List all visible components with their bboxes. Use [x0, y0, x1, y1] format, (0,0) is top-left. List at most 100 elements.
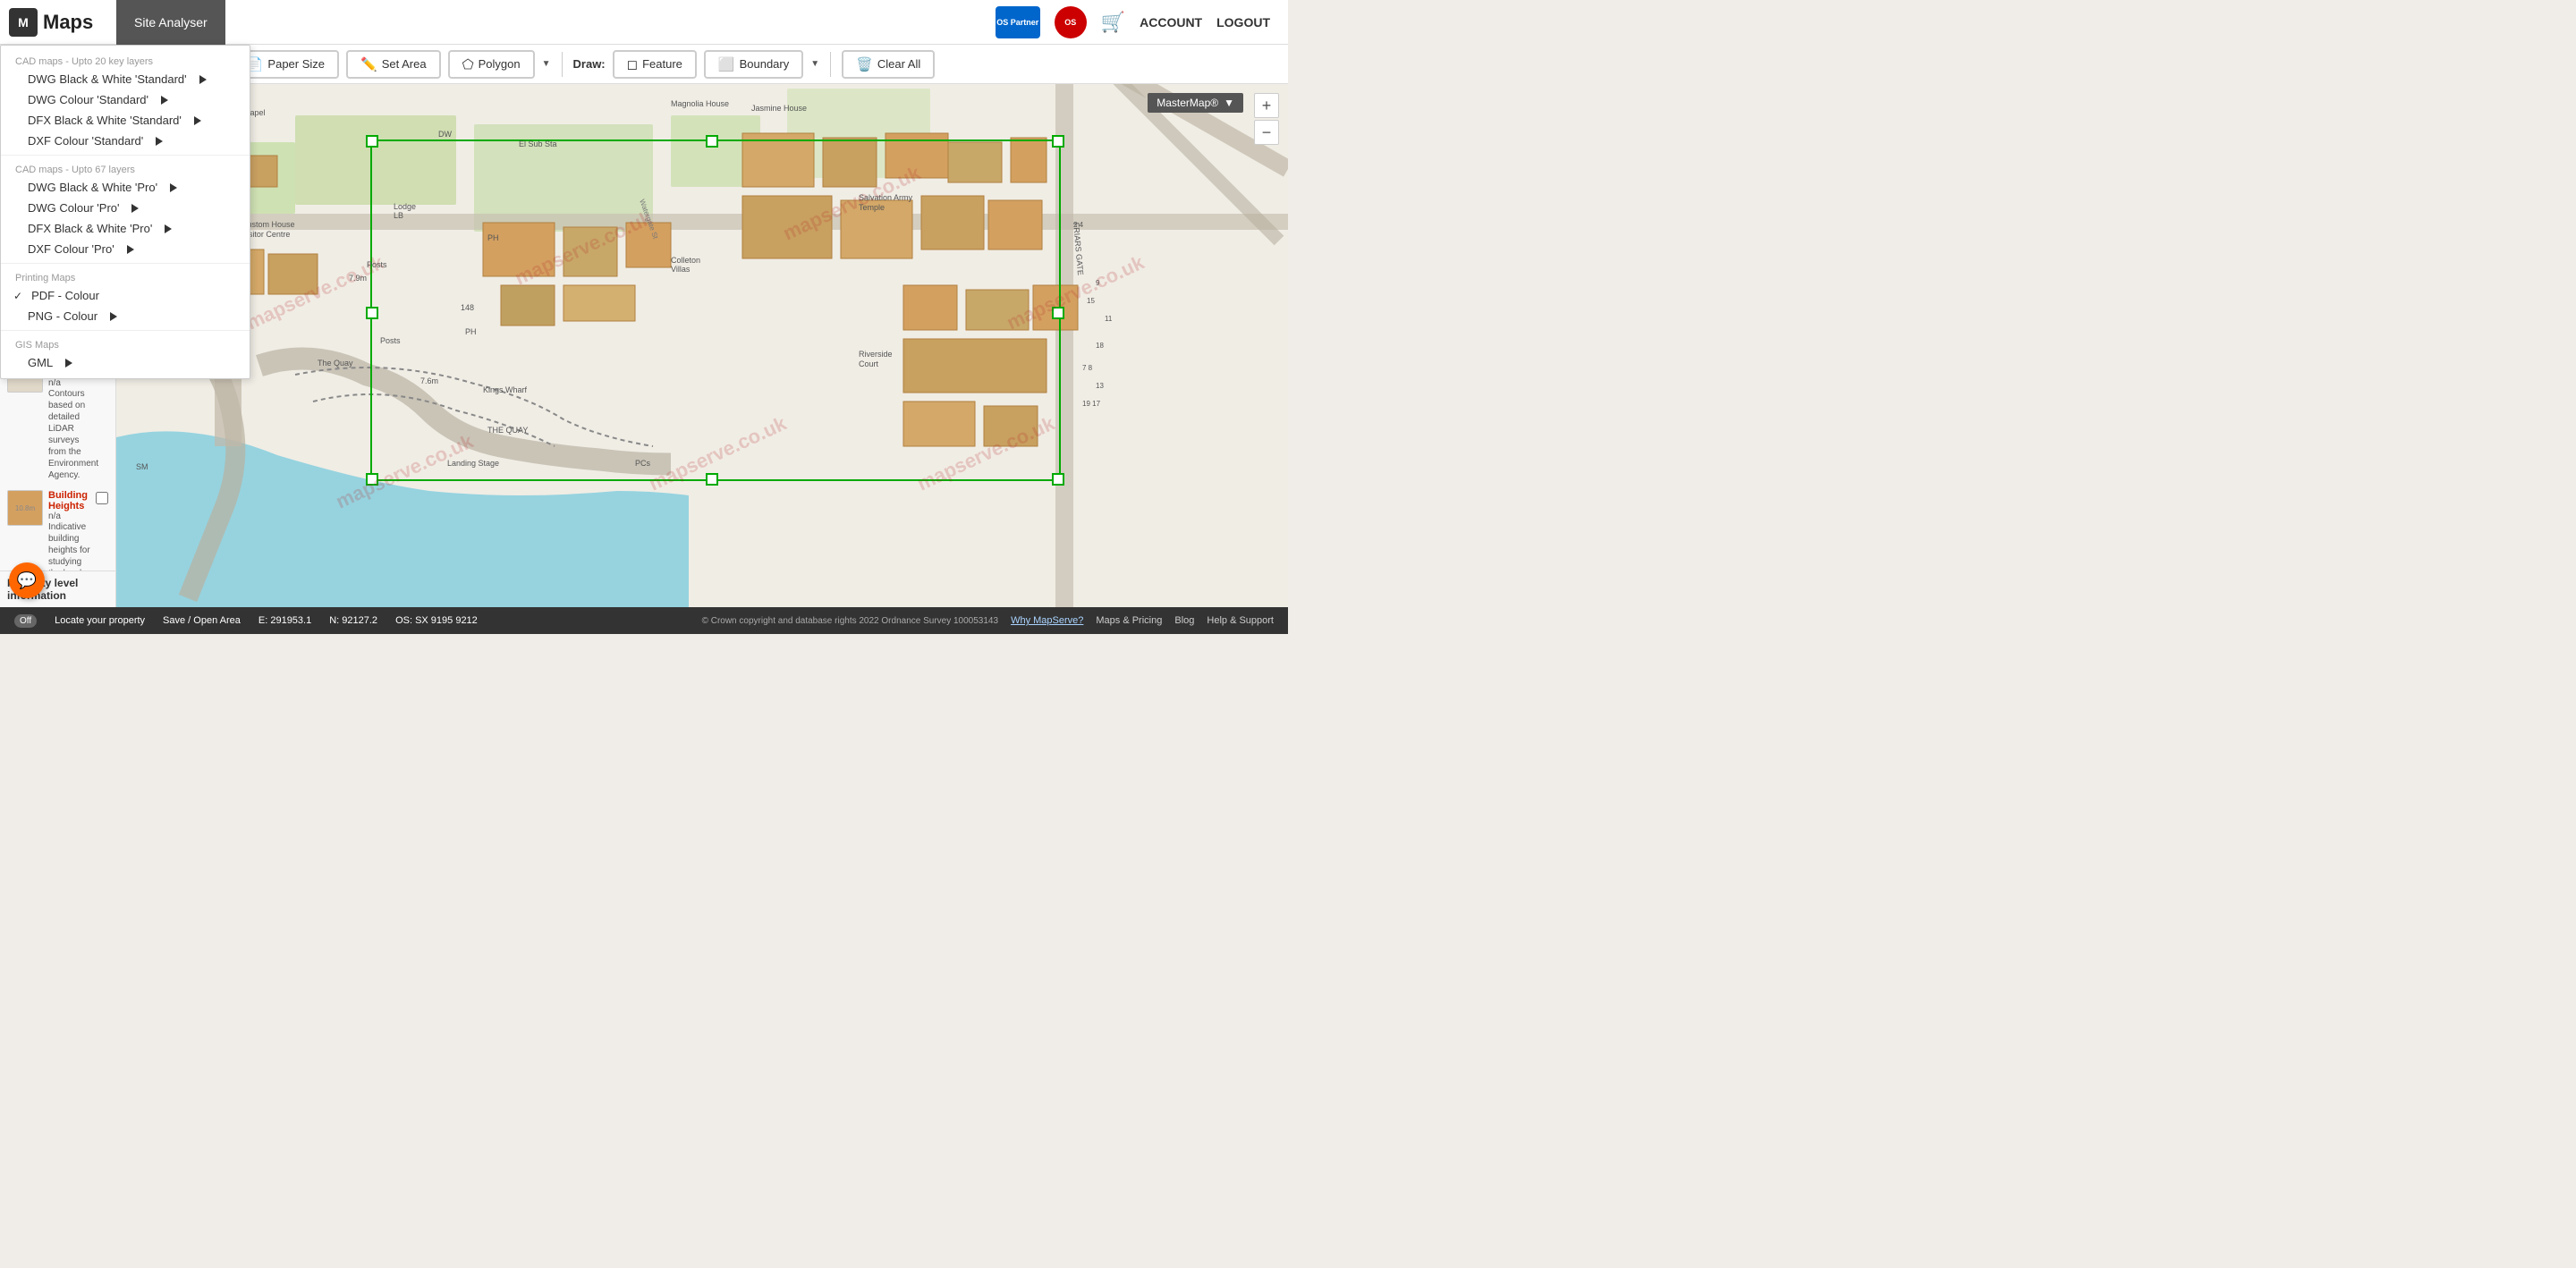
help-support-link[interactable]: Help & Support — [1207, 615, 1274, 626]
boundary-btn[interactable]: ⬜ Boundary — [704, 50, 803, 79]
svg-text:Riverside: Riverside — [859, 350, 893, 359]
toolbar: ▭ Rectangle 📄 Paper Size ✏️ Set Area ⬠ P… — [116, 45, 1288, 84]
svg-text:The Quay: The Quay — [318, 359, 353, 368]
svg-text:148: 148 — [461, 303, 474, 312]
menu-divider — [1, 155, 250, 156]
svg-text:Temple: Temple — [859, 203, 885, 212]
svg-text:7.9m: 7.9m — [349, 274, 367, 283]
layer-info-building: Building Heights n/a Indicative building… — [48, 490, 90, 571]
svg-text:Villas: Villas — [671, 265, 691, 274]
svg-text:DW: DW — [438, 130, 452, 139]
zoom-out-btn[interactable]: − — [1254, 120, 1279, 145]
layer-na-contours: n/a — [48, 378, 98, 388]
arrow-icon — [199, 75, 207, 84]
set-area-icon: ✏️ — [360, 56, 377, 72]
svg-text:7.6m: 7.6m — [420, 376, 438, 385]
arrow-icon — [110, 312, 117, 321]
blog-link[interactable]: Blog — [1174, 615, 1194, 626]
cart-icon[interactable]: 🛒 — [1101, 11, 1125, 34]
chat-button[interactable]: 💬 — [9, 562, 45, 598]
svg-text:Lodge: Lodge — [394, 202, 416, 211]
svg-text:9: 9 — [1096, 279, 1100, 287]
svg-text:7 8: 7 8 — [1082, 364, 1093, 372]
mastermap-badge[interactable]: MasterMap® ▼ — [1148, 93, 1243, 113]
svg-text:El Sub Sta: El Sub Sta — [519, 139, 557, 148]
svg-text:2 4: 2 4 — [1073, 221, 1084, 229]
arrow-icon — [65, 359, 72, 368]
svg-text:Posts: Posts — [367, 260, 387, 269]
layer-item: 10.8m Building Heights n/a Indicative bu… — [7, 490, 108, 571]
northing: N: 92127.2 — [329, 615, 377, 626]
partner-badge: OS Partner — [996, 6, 1040, 38]
why-mapserve-link[interactable]: Why MapServe? — [1011, 615, 1083, 626]
menu-item-png-colour[interactable]: PNG - Colour — [1, 306, 250, 326]
logout-link[interactable]: LOGOUT — [1216, 15, 1270, 30]
menu-item-dwg-colour-standard[interactable]: DWG Colour 'Standard' — [1, 89, 250, 110]
menu-item-dwg-bw-pro[interactable]: DWG Black & White 'Pro' — [1, 177, 250, 198]
layer-thumb-building: 10.8m — [7, 490, 43, 526]
zoom-in-btn[interactable]: + — [1254, 93, 1279, 118]
map-background: mapserve.co.uk mapserve.co.uk mapserve.c… — [116, 84, 1288, 607]
layer-name-building[interactable]: Building Heights — [48, 490, 90, 511]
feature-icon: ◻ — [627, 56, 638, 72]
clear-all-btn[interactable]: 🗑️ Clear All — [842, 50, 935, 79]
svg-text:19 17: 19 17 — [1082, 400, 1101, 408]
menu-item-dfx-bw-standard[interactable]: DFX Black & White 'Standard' — [1, 110, 250, 131]
os-badge: OS — [1055, 6, 1087, 38]
svg-text:Salvation Army: Salvation Army — [859, 193, 913, 202]
toolbar-separator — [562, 52, 563, 77]
menu-item-dwg-colour-pro[interactable]: DWG Colour 'Pro' — [1, 198, 250, 218]
svg-text:15: 15 — [1087, 297, 1095, 305]
status-right: © Crown copyright and database rights 20… — [702, 615, 1274, 626]
svg-text:Court: Court — [859, 359, 879, 368]
feature-btn[interactable]: ◻ Feature — [613, 50, 697, 79]
menu-item-dwg-bw-standard[interactable]: DWG Black & White 'Standard' — [1, 69, 250, 89]
logo-icon: M — [9, 8, 38, 37]
svg-text:Colleton: Colleton — [671, 256, 700, 265]
svg-text:THE QUAY: THE QUAY — [487, 426, 528, 435]
svg-text:SM: SM — [136, 462, 148, 471]
layer-desc-building: Indicative building heights for studying… — [48, 521, 90, 571]
status-bar: Off Locate your property Save / Open Are… — [0, 607, 1288, 634]
polygon-btn[interactable]: ⬠ Polygon — [448, 50, 535, 79]
mastermap-dropdown-icon: ▼ — [1224, 97, 1234, 109]
map-controls: + − — [1254, 93, 1279, 145]
header: M Maps Site Analyser OS Partner OS 🛒 ACC… — [0, 0, 1288, 45]
account-link[interactable]: ACCOUNT — [1140, 15, 1202, 30]
arrow-icon — [165, 224, 172, 233]
logo-area: M Maps — [0, 8, 116, 37]
menu-item-dxf-colour-pro[interactable]: DXF Colour 'Pro' — [1, 239, 250, 259]
layer-checkbox-building[interactable] — [96, 492, 108, 504]
polygon-dropdown-arrow[interactable]: ▼ — [542, 59, 551, 69]
menu-item-dxf-colour-standard[interactable]: DXF Colour 'Standard' — [1, 131, 250, 151]
svg-text:18: 18 — [1096, 342, 1104, 350]
polygon-icon: ⬠ — [462, 56, 474, 72]
menu-item-gml[interactable]: GML — [1, 352, 250, 373]
menu-category-cad-pro: CAD maps - Upto 67 layers — [1, 159, 250, 177]
toggle-btn[interactable]: Off — [14, 614, 37, 628]
maps-pricing-link[interactable]: Maps & Pricing — [1096, 615, 1162, 626]
header-right: OS Partner OS 🛒 ACCOUNT LOGOUT — [996, 6, 1288, 38]
arrow-icon — [127, 245, 134, 254]
menu-category-gis: GIS Maps — [1, 334, 250, 352]
svg-text:PH: PH — [487, 233, 499, 242]
map-area[interactable]: mapserve.co.uk mapserve.co.uk mapserve.c… — [116, 84, 1288, 607]
map-svg: mapserve.co.uk mapserve.co.uk mapserve.c… — [116, 84, 1288, 607]
svg-text:Posts: Posts — [380, 336, 401, 345]
menu-item-dfx-bw-pro[interactable]: DFX Black & White 'Pro' — [1, 218, 250, 239]
set-area-btn[interactable]: ✏️ Set Area — [346, 50, 441, 79]
boundary-icon: ⬜ — [718, 56, 735, 72]
arrow-icon — [170, 183, 177, 192]
tab-site-analyser[interactable]: Site Analyser — [116, 0, 225, 45]
menu-item-pdf-colour[interactable]: PDF - Colour — [1, 285, 250, 306]
draw-dropdown-arrow[interactable]: ▼ — [810, 59, 819, 69]
dropdown-menu: CAD maps - Upto 20 key layers DWG Black … — [0, 45, 250, 379]
logo-text: Maps — [43, 11, 93, 34]
layer-desc-contours: Contours based on detailed LiDAR surveys… — [48, 388, 98, 481]
layer-na-building: n/a — [48, 511, 90, 521]
save-label[interactable]: Save / Open Area — [163, 615, 241, 626]
draw-label: Draw: — [573, 57, 606, 71]
arrow-icon — [156, 137, 163, 146]
arrow-icon — [161, 96, 168, 105]
svg-text:Magnolia House: Magnolia House — [671, 99, 729, 108]
